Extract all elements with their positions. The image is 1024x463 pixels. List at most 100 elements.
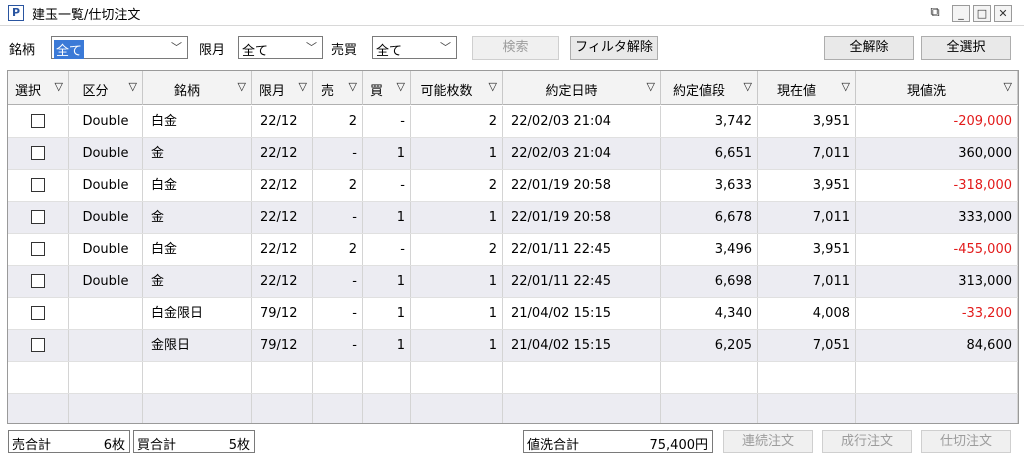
select-checkbox[interactable]	[31, 337, 45, 352]
symbol-select[interactable]: 全て ﹀	[51, 36, 188, 59]
table-row[interactable]: 白金限日 79/12-1 1 21/04/02 15:15 4,340 4,008 -33,…	[8, 298, 1018, 330]
filter-icon[interactable]: ▽	[397, 80, 405, 93]
month-cell: 79/12	[252, 298, 313, 329]
column-header[interactable]: 売 ▽	[313, 71, 363, 105]
price-cell: 3,742	[661, 106, 758, 137]
app-icon: P	[8, 5, 24, 21]
select-checkbox[interactable]	[31, 145, 45, 160]
select-checkbox[interactable]	[31, 177, 45, 192]
table-row[interactable]: Double 金 22/12-1 1 22/02/03 21:04 6,651 7,011 3…	[8, 138, 1018, 170]
table-row[interactable]: Double 白金 22/12 2-2 22/01/19 20:58 3,633 3,951…	[8, 170, 1018, 202]
price-cell: 6,651	[661, 138, 758, 169]
sell-cell: -	[313, 266, 363, 297]
datetime-cell: 21/04/02 15:15	[503, 298, 661, 329]
side-label: 売買	[331, 43, 358, 58]
continuous-order-button[interactable]: 連続注文	[723, 430, 813, 453]
chevron-down-icon: ﹀	[171, 41, 182, 54]
column-header[interactable]: 限月 ▽	[252, 71, 313, 105]
table-row[interactable]: Double 白金 22/12 2-2 22/01/11 22:45 3,496 3,951…	[8, 234, 1018, 266]
empty-cell	[503, 362, 661, 393]
sell-cell: -	[313, 202, 363, 233]
empty-cell	[363, 394, 411, 423]
current-cell: 4,008	[758, 298, 856, 329]
mtm-total-value: 75,400円	[649, 438, 709, 453]
table-row[interactable]: Double 白金 22/12 2-2 22/02/03 21:04 3,742 3,951…	[8, 106, 1018, 138]
month-cell: 22/12	[252, 106, 313, 137]
month-cell: 22/12	[252, 202, 313, 233]
select-all-button[interactable]: 全選択	[921, 36, 1011, 60]
column-header-label: 売	[320, 84, 334, 99]
filter-icon[interactable]: ▽	[129, 80, 137, 93]
month-cell: 22/12	[252, 266, 313, 297]
table-row[interactable]: 金限日 79/12-1 1 21/04/02 15:15 6,205 7,051 84,60…	[8, 330, 1018, 362]
empty-cell	[758, 394, 856, 423]
mtm-cell: 84,600	[856, 330, 1018, 361]
side-select-value: 全て	[376, 44, 403, 59]
datetime-cell: 21/04/02 15:15	[503, 330, 661, 361]
positions-table: 選択 ▽ 区分 ▽ 銘柄 ▽ 限月 ▽ 売 ▽ 買 ▽ 可能枚数 ▽ 約定日時 ▽ 約定値段 ▽ 現在値 ▽ 現値洗 ▽ …	[7, 70, 1019, 424]
clear-filter-button[interactable]: フィルタ解除	[570, 36, 658, 60]
restore-icon[interactable]: ⧉	[926, 5, 944, 22]
select-checkbox[interactable]	[31, 241, 45, 256]
filter-icon[interactable]: ▽	[647, 80, 655, 93]
column-header[interactable]: 現値洗 ▽	[856, 71, 1018, 105]
table-row[interactable]: Double 金 22/12-1 1 22/01/19 20:58 6,678 7,011 3…	[8, 202, 1018, 234]
column-header[interactable]: 約定日時 ▽	[503, 71, 661, 105]
filter-icon[interactable]: ▽	[55, 80, 63, 93]
chevron-down-icon: ﹀	[306, 41, 317, 54]
maximize-icon[interactable]: □	[973, 5, 991, 22]
deselect-all-button[interactable]: 全解除	[824, 36, 914, 60]
column-header[interactable]: 銘柄 ▽	[143, 71, 252, 105]
column-header[interactable]: 区分 ▽	[69, 71, 143, 105]
qty-cell: 1	[411, 298, 503, 329]
select-cell	[8, 330, 69, 361]
column-header-label: 可能枚数	[420, 84, 473, 99]
column-header[interactable]: 約定値段 ▽	[661, 71, 758, 105]
column-header-label: 約定値段	[672, 84, 725, 99]
filter-icon[interactable]: ▽	[299, 80, 307, 93]
qty-cell: 1	[411, 330, 503, 361]
search-button[interactable]: 検索	[472, 36, 559, 60]
column-header[interactable]: 買 ▽	[363, 71, 411, 105]
select-checkbox[interactable]	[31, 305, 45, 320]
title-bar: P 建玉一覧/仕切注文 ⧉ _ □ ✕	[0, 0, 1024, 26]
column-header-label: 限月	[258, 84, 285, 99]
close-order-button[interactable]: 仕切注文	[921, 430, 1011, 453]
filter-icon[interactable]: ▽	[349, 80, 357, 93]
select-cell	[8, 202, 69, 233]
close-icon[interactable]: ✕	[994, 5, 1012, 22]
table-row[interactable]: Double 金 22/12-1 1 22/01/11 22:45 6,698 7,011 3…	[8, 266, 1018, 298]
qty-cell: 2	[411, 170, 503, 201]
filter-icon[interactable]: ▽	[1004, 80, 1012, 93]
mtm-cell: -33,200	[856, 298, 1018, 329]
month-cell: 79/12	[252, 330, 313, 361]
filter-icon[interactable]: ▽	[842, 80, 850, 93]
month-select[interactable]: 全て ﹀	[238, 36, 323, 59]
symbol-label: 銘柄	[9, 43, 36, 58]
side-select[interactable]: 全て ﹀	[372, 36, 457, 59]
category-cell	[69, 298, 143, 329]
minimize-icon[interactable]: _	[952, 5, 970, 22]
price-cell: 4,340	[661, 298, 758, 329]
filter-icon[interactable]: ▽	[744, 80, 752, 93]
qty-cell: 1	[411, 266, 503, 297]
column-header[interactable]: 現在値 ▽	[758, 71, 856, 105]
price-cell: 6,698	[661, 266, 758, 297]
mtm-cell: 333,000	[856, 202, 1018, 233]
column-header[interactable]: 選択 ▽	[8, 71, 69, 105]
category-cell: Double	[69, 138, 143, 169]
select-checkbox[interactable]	[31, 273, 45, 288]
price-cell: 6,678	[661, 202, 758, 233]
select-checkbox[interactable]	[31, 209, 45, 224]
filter-icon[interactable]: ▽	[489, 80, 497, 93]
market-order-button[interactable]: 成行注文	[822, 430, 912, 453]
select-checkbox[interactable]	[31, 113, 45, 128]
month-cell: 22/12	[252, 170, 313, 201]
column-header[interactable]: 可能枚数 ▽	[411, 71, 503, 105]
qty-cell: 1	[411, 202, 503, 233]
current-cell: 7,011	[758, 266, 856, 297]
month-label: 限月	[199, 43, 226, 58]
filter-icon[interactable]: ▽	[238, 80, 246, 93]
price-cell: 6,205	[661, 330, 758, 361]
buy-cell: -	[363, 106, 411, 137]
